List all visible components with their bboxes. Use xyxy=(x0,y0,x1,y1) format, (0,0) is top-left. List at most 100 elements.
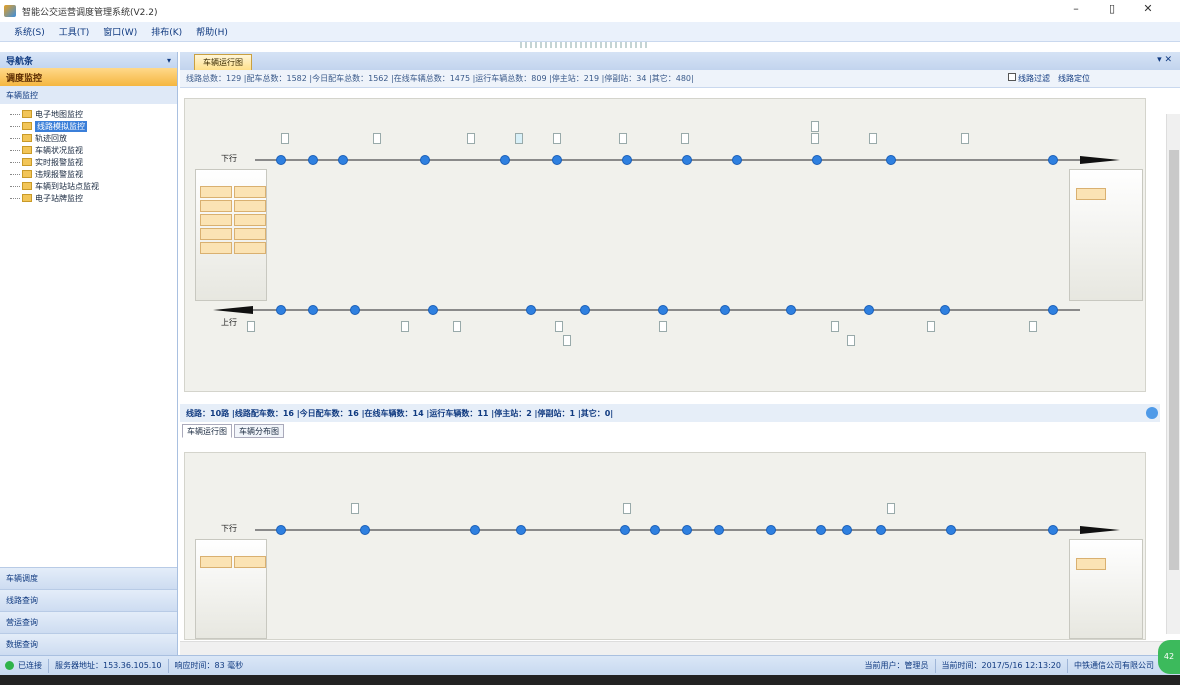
vertical-scroll-thumb[interactable] xyxy=(1169,150,1179,570)
menu-tools[interactable]: 工具(T) xyxy=(59,25,90,38)
top-stop-node[interactable] xyxy=(470,525,480,535)
top-stop-node[interactable] xyxy=(500,155,510,165)
top-stop-node[interactable] xyxy=(816,525,826,535)
top-bus-tag[interactable] xyxy=(869,133,877,144)
bottom-stop-node[interactable] xyxy=(940,305,950,315)
sidebar-btn-vehicle-dispatch[interactable]: 车辆调度 xyxy=(0,567,177,589)
minimize-button[interactable]: – xyxy=(1058,2,1094,15)
bottom-bus-tag[interactable] xyxy=(401,321,409,332)
top-bus-tag[interactable] xyxy=(681,133,689,144)
menu-layout[interactable]: 排布(K) xyxy=(151,25,182,38)
bottom-bus-tag[interactable] xyxy=(247,321,255,332)
route-locate-button[interactable]: 线路定位 xyxy=(1058,73,1090,84)
bottom-bus-tag[interactable] xyxy=(563,335,571,346)
tree-item-violation-alarm[interactable]: 违规报警监视 xyxy=(10,168,177,180)
navigation-sidebar: 导航条 ▾ 调度监控 车辆监控 电子地图监控 线路模拟监控 轨迹回放 车辆状况监… xyxy=(0,52,178,655)
refresh-icon[interactable] xyxy=(1146,407,1158,419)
top-stop-node[interactable] xyxy=(308,155,318,165)
right-terminal xyxy=(1069,539,1143,639)
bottom-bus-tag[interactable] xyxy=(453,321,461,332)
top-bus-tag[interactable] xyxy=(619,133,627,144)
horizontal-scrollbar[interactable] xyxy=(180,641,1166,655)
tree-item-map-monitor[interactable]: 电子地图监控 xyxy=(10,108,177,120)
top-stop-node[interactable] xyxy=(620,525,630,535)
menu-help[interactable]: 帮助(H) xyxy=(196,25,228,38)
bottom-stop-node[interactable] xyxy=(526,305,536,315)
top-stop-node[interactable] xyxy=(516,525,526,535)
top-stop-node[interactable] xyxy=(276,155,286,165)
sidebar-pin-icon[interactable]: ▾ xyxy=(167,56,171,65)
route-filter-checkbox[interactable]: 线路过滤 xyxy=(1008,73,1050,84)
toolbar-grip[interactable] xyxy=(520,42,650,48)
top-stop-node[interactable] xyxy=(714,525,724,535)
bottom-bus-tag[interactable] xyxy=(1029,321,1037,332)
top-bus-tag[interactable] xyxy=(811,133,819,144)
tree-item-station-arrival[interactable]: 车辆到站站点监视 xyxy=(10,180,177,192)
top-stop-node[interactable] xyxy=(886,155,896,165)
top-stop-node[interactable] xyxy=(420,155,430,165)
top-stop-node[interactable] xyxy=(1048,525,1058,535)
bottom-stop-node[interactable] xyxy=(308,305,318,315)
subtab-distribution[interactable]: 车辆分布图 xyxy=(234,424,284,438)
sidebar-btn-route-query[interactable]: 线路查询 xyxy=(0,589,177,611)
close-button[interactable]: ✕ xyxy=(1130,2,1166,15)
top-bus-tag[interactable] xyxy=(961,133,969,144)
menu-window[interactable]: 窗口(W) xyxy=(103,25,137,38)
top-stop-node[interactable] xyxy=(766,525,776,535)
bottom-stop-node[interactable] xyxy=(350,305,360,315)
bottom-stop-node[interactable] xyxy=(720,305,730,315)
bottom-bus-tag[interactable] xyxy=(831,321,839,332)
bottom-bus-tag[interactable] xyxy=(659,321,667,332)
tab-vehicle-run-chart[interactable]: 车辆运行图 xyxy=(194,54,252,70)
sidebar-btn-data-query[interactable]: 数据查询 xyxy=(0,633,177,655)
top-stop-node[interactable] xyxy=(812,155,822,165)
bottom-stop-node[interactable] xyxy=(276,305,286,315)
top-stop-node[interactable] xyxy=(276,525,286,535)
top-bus-tag[interactable] xyxy=(467,133,475,144)
top-bus-tag[interactable] xyxy=(515,133,523,144)
top-bus-tag[interactable] xyxy=(553,133,561,144)
top-stop-node[interactable] xyxy=(338,155,348,165)
sidebar-section-dispatch-monitor[interactable]: 调度监控 xyxy=(0,68,177,86)
top-bus-tag[interactable] xyxy=(281,133,289,144)
menu-system[interactable]: 系统(S) xyxy=(14,25,45,38)
top-stop-node[interactable] xyxy=(682,155,692,165)
sidebar-btn-operation-query[interactable]: 营运查询 xyxy=(0,611,177,633)
bottom-stop-node[interactable] xyxy=(580,305,590,315)
top-stop-node[interactable] xyxy=(622,155,632,165)
tab-close-icon[interactable]: ▾ ✕ xyxy=(1157,55,1172,65)
bottom-bus-tag[interactable] xyxy=(927,321,935,332)
vertical-scrollbar[interactable] xyxy=(1166,114,1180,634)
bottom-stop-node[interactable] xyxy=(786,305,796,315)
top-stop-node[interactable] xyxy=(552,155,562,165)
top-stop-node[interactable] xyxy=(650,525,660,535)
bottom-stop-node[interactable] xyxy=(1048,305,1058,315)
top-stop-node[interactable] xyxy=(842,525,852,535)
tree-item-realtime-alarm[interactable]: 实时报警监视 xyxy=(10,156,177,168)
bottom-stop-node[interactable] xyxy=(658,305,668,315)
tree-item-e-stop-sign[interactable]: 电子站牌监控 xyxy=(10,192,177,204)
tree-item-track-playback[interactable]: 轨迹回放 xyxy=(10,132,177,144)
bottom-bus-tag[interactable] xyxy=(847,335,855,346)
bottom-stop-node[interactable] xyxy=(428,305,438,315)
top-stop-node[interactable] xyxy=(682,525,692,535)
maximize-button[interactable]: ▯ xyxy=(1094,2,1130,15)
top-bus-tag[interactable] xyxy=(623,503,631,514)
top-bus-tag[interactable] xyxy=(351,503,359,514)
tree-item-line-sim-monitor[interactable]: 线路模拟监控 xyxy=(10,120,177,132)
folder-icon xyxy=(22,194,32,202)
top-stop-node[interactable] xyxy=(360,525,370,535)
top-stop-node[interactable] xyxy=(946,525,956,535)
subtab-run-chart[interactable]: 车辆运行图 xyxy=(182,424,232,438)
top-bus-tag[interactable] xyxy=(373,133,381,144)
sidebar-subsection-vehicle-monitor[interactable]: 车辆监控 xyxy=(0,86,177,104)
bottom-stop-node[interactable] xyxy=(864,305,874,315)
top-bus-tag[interactable] xyxy=(811,121,819,132)
bottom-bus-tag[interactable] xyxy=(555,321,563,332)
notification-badge[interactable]: 42 xyxy=(1158,640,1180,674)
top-stop-node[interactable] xyxy=(732,155,742,165)
top-bus-tag[interactable] xyxy=(887,503,895,514)
tree-item-vehicle-status[interactable]: 车辆状况监视 xyxy=(10,144,177,156)
top-stop-node[interactable] xyxy=(876,525,886,535)
top-stop-node[interactable] xyxy=(1048,155,1058,165)
